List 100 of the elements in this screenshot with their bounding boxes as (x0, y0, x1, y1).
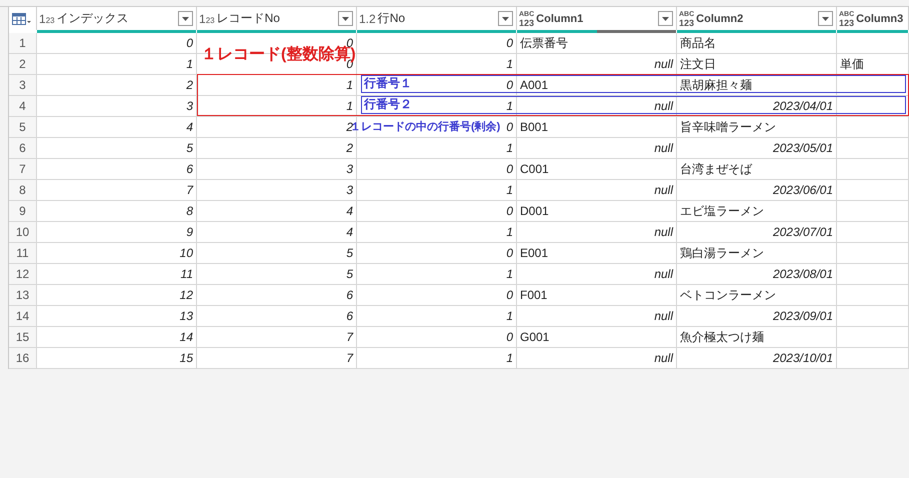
table-cell: E001 (517, 243, 677, 264)
table-cell: 3 (37, 96, 197, 117)
table-cell: 4 (197, 222, 357, 243)
table-cell: 2 (37, 75, 197, 96)
table-cell: 商品名 (677, 33, 837, 54)
table-cell: 2 (197, 138, 357, 159)
caret-icon (342, 16, 349, 20)
table-cell: 伝票番号 (517, 33, 677, 54)
column-name: レコードNo (216, 10, 280, 27)
table-cell: 3 (197, 159, 357, 180)
table-cell: 8 (37, 201, 197, 222)
table-cell: 5 (197, 243, 357, 264)
table-cell: 台湾まぜそば (677, 159, 837, 180)
column-name: Column2 (696, 12, 744, 24)
table-cell: null (517, 138, 677, 159)
table-cell: C001 (517, 159, 677, 180)
table-cell: 単価 (837, 54, 909, 75)
table-cell: 0 (357, 285, 517, 306)
row-number: 8 (9, 180, 37, 201)
table-cell: 旨辛味噌ラーメン (677, 117, 837, 138)
table-cell: 1 (357, 222, 517, 243)
table-cell: null (517, 348, 677, 369)
column-name: Column1 (536, 12, 584, 24)
table-cell: A001 (517, 75, 677, 96)
table-cell: null (517, 222, 677, 243)
table-cell: 1 (357, 180, 517, 201)
table-cell: 15 (37, 348, 197, 369)
table-cell: B001 (517, 117, 677, 138)
table-cell: 1 (357, 138, 517, 159)
row-number: 15 (9, 327, 37, 348)
table-cell: 2023/05/01 (677, 138, 837, 159)
row-number: 9 (9, 201, 37, 222)
table-cell: 7 (197, 327, 357, 348)
table-cell: 2023/09/01 (677, 306, 837, 327)
table-cell: 1 (197, 75, 357, 96)
table-cell: 6 (197, 285, 357, 306)
table-cell: 2023/07/01 (677, 222, 837, 243)
table-cell: null (517, 264, 677, 285)
table-cell: 2023/08/01 (677, 264, 837, 285)
table-cell: null (517, 306, 677, 327)
table-cell: F001 (517, 285, 677, 306)
filter-dropdown-button[interactable] (658, 11, 673, 26)
table-cell: 魚介極太つけ麺 (677, 327, 837, 348)
table-cell: 12 (37, 285, 197, 306)
table-cell: エビ塩ラーメン (677, 201, 837, 222)
table-cell: 11 (37, 264, 197, 285)
table-cell: 13 (37, 306, 197, 327)
table-cell: 2023/06/01 (677, 180, 837, 201)
table-cell: 4 (37, 117, 197, 138)
table-cell: 5 (197, 264, 357, 285)
column-header[interactable]: 1.2 行No (357, 7, 517, 30)
column-name: 行No (378, 10, 406, 27)
filter-dropdown-button[interactable] (178, 11, 193, 26)
table-cell: 6 (37, 159, 197, 180)
table-cell: 鶏白湯ラーメン (677, 243, 837, 264)
row-number: 13 (9, 285, 37, 306)
table-cell: 10 (37, 243, 197, 264)
type-indicator: 1.2 (359, 12, 376, 26)
row-number: 1 (9, 33, 37, 54)
filter-dropdown-button[interactable] (498, 11, 513, 26)
annotation-label: 行番号２ (364, 98, 412, 110)
table-cell: 注文日 (677, 54, 837, 75)
column-name: インデックス (56, 10, 129, 27)
table-cell: 0 (37, 33, 197, 54)
row-number: 7 (9, 159, 37, 180)
row-number: 3 (9, 75, 37, 96)
column-name: Column3 (856, 12, 904, 24)
table-cell: 7 (37, 180, 197, 201)
caret-icon (662, 16, 669, 20)
table-cell: 9 (37, 222, 197, 243)
row-number: 14 (9, 306, 37, 327)
table-cell: G001 (517, 327, 677, 348)
table-cell: 0 (357, 327, 517, 348)
table-cell: 2023/10/01 (677, 348, 837, 369)
annotation-label: 行番号１ (364, 77, 412, 89)
row-number: 16 (9, 348, 37, 369)
row-number: 4 (9, 96, 37, 117)
row-number: 5 (9, 117, 37, 138)
caret-icon (822, 16, 829, 20)
row-number: 2 (9, 54, 37, 75)
table-cell: 0 (357, 243, 517, 264)
caret-icon (502, 16, 509, 20)
filter-dropdown-button[interactable] (818, 11, 833, 26)
table-cell: 黒胡麻担々麺 (677, 75, 837, 96)
table-cell: 4 (197, 201, 357, 222)
row-number: 6 (9, 138, 37, 159)
table-cell: 0 (357, 33, 517, 54)
table-cell: 0 (357, 201, 517, 222)
table-cell: 1 (197, 96, 357, 117)
table-cell: D001 (517, 201, 677, 222)
table-cell: 1 (37, 54, 197, 75)
row-number: 10 (9, 222, 37, 243)
table-cell: 1 (357, 306, 517, 327)
table-cell: 7 (197, 348, 357, 369)
filter-dropdown-button[interactable] (338, 11, 353, 26)
table-menu-icon[interactable] (12, 12, 32, 24)
row-number: 12 (9, 264, 37, 285)
table-cell: 1 (357, 348, 517, 369)
table-cell: 5 (37, 138, 197, 159)
row-number: 11 (9, 243, 37, 264)
